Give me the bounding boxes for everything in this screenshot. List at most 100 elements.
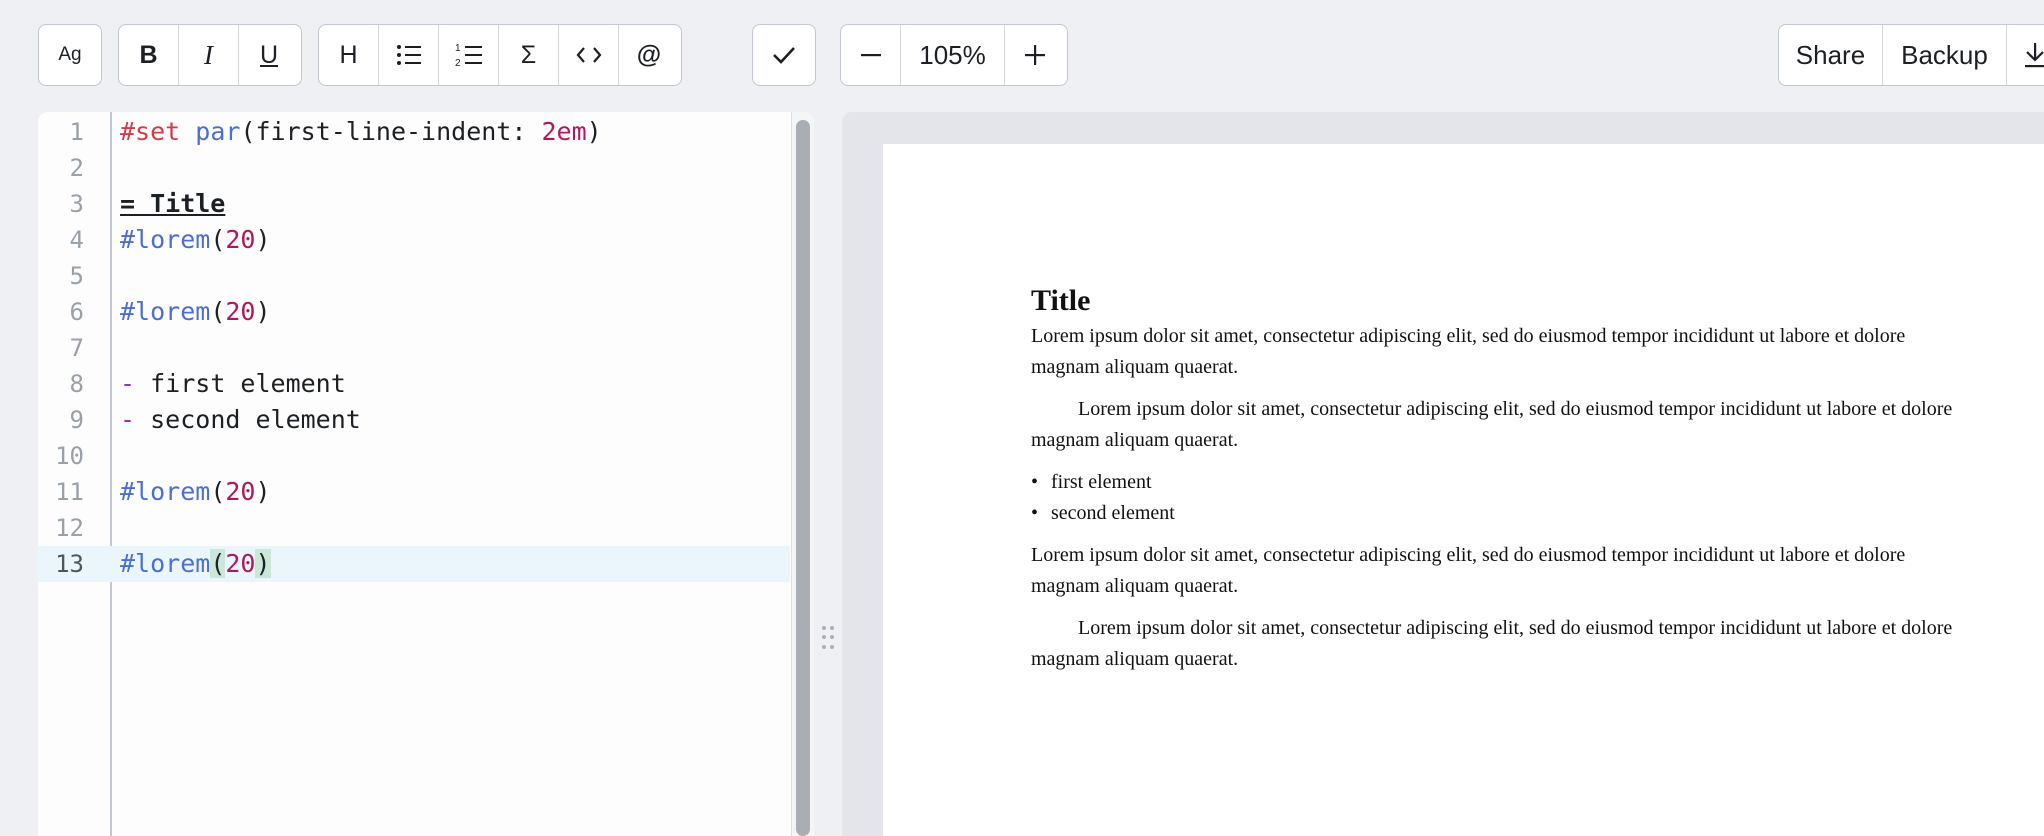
numbered-list-button[interactable]: 1 2 (439, 25, 499, 85)
code-token: ) (255, 477, 271, 506)
code-text: #lorem(20) (120, 474, 271, 510)
code-line[interactable]: 9 - second element (38, 402, 790, 438)
code-token: - (120, 405, 136, 434)
plus-icon (1025, 45, 1045, 65)
line-number: 7 (69, 334, 84, 362)
document-content: Title Lorem ipsum dolor sit amet, consec… (1031, 282, 1976, 686)
code-button[interactable] (559, 25, 619, 85)
code-token: 20 (225, 477, 256, 506)
code-token: #set (120, 117, 181, 146)
zoom-group: 105% (840, 24, 1068, 86)
editor-scrollbar-thumb[interactable] (796, 120, 810, 836)
code-token: first element (135, 369, 346, 398)
code-token: ( (210, 477, 226, 506)
italic-button[interactable]: I (179, 25, 239, 85)
list-item: first element (1031, 467, 1976, 498)
code-token: (first-line-indent: (240, 117, 542, 146)
code-token: ( (210, 297, 226, 326)
code-line[interactable]: 7 (38, 330, 790, 366)
sigma-icon: Σ (520, 40, 537, 69)
code-token: ) (255, 297, 271, 326)
code-token: second element (135, 405, 361, 434)
code-token: #lorem (120, 549, 211, 578)
list-item: second element (1031, 498, 1976, 529)
bullet-list: first element second element (1031, 467, 1976, 528)
code-token: = Title (120, 189, 226, 218)
line-number: 13 (55, 550, 84, 578)
code-text: #set par(first-line-indent: 2em) (120, 114, 602, 150)
heading-button[interactable]: H (319, 25, 379, 85)
pane-resize-handle[interactable] (822, 626, 834, 650)
code-token: 20 (225, 225, 256, 254)
check-button[interactable] (753, 25, 815, 85)
insert-group: H 1 2 Σ @ (318, 24, 682, 86)
code-token: ( (210, 549, 226, 578)
zoom-out-button[interactable] (841, 25, 901, 85)
code-line[interactable]: 11 #lorem(20) (38, 474, 790, 510)
font-button[interactable]: Ag (39, 25, 101, 85)
code-token: ) (586, 117, 602, 146)
paragraph-3: Lorem ipsum dolor sit amet, consectetur … (1031, 544, 1906, 597)
line-number: 4 (69, 226, 84, 254)
at-icon: @ (636, 40, 662, 69)
share-button[interactable]: Share (1779, 25, 1883, 85)
line-number: 10 (55, 442, 84, 470)
code-line[interactable]: 13 #lorem(20) (38, 546, 790, 582)
bold-button[interactable]: B (119, 25, 179, 85)
document-title: Title (1031, 284, 1091, 317)
paragraph-4: Lorem ipsum dolor sit amet, consectetur … (1031, 617, 1953, 670)
code-token: - (120, 369, 136, 398)
code-token: 2em (541, 117, 587, 146)
line-number: 2 (69, 154, 84, 182)
code-token: 20 (225, 297, 256, 326)
code-text: = Title (120, 186, 225, 222)
code-token: #lorem (120, 477, 211, 506)
code-text: #lorem(20) (120, 294, 271, 330)
code-token: ( (210, 225, 226, 254)
check-group (752, 24, 816, 86)
code-line[interactable]: 5 (38, 258, 790, 294)
zoom-in-button[interactable] (1005, 25, 1065, 85)
paragraph-1: Lorem ipsum dolor sit amet, consectetur … (1031, 325, 1906, 378)
line-number: 8 (69, 370, 84, 398)
code-line[interactable]: 10 (38, 438, 790, 474)
file-actions-group: Share Backup (1778, 24, 2044, 86)
font-group: Ag (38, 24, 102, 86)
formula-button[interactable]: Σ (499, 25, 559, 85)
code-line[interactable]: 1 #set par(first-line-indent: 2em) (38, 114, 790, 150)
code-line[interactable]: 3 = Title (38, 186, 790, 222)
code-text: - second element (120, 402, 361, 438)
code-icon (576, 47, 601, 63)
code-token: ) (255, 549, 271, 578)
bullet-list-button[interactable] (379, 25, 439, 85)
editor-scrollbar[interactable] (791, 112, 814, 836)
code-lines: 1 #set par(first-line-indent: 2em) 2 3 = Tit… (38, 114, 790, 582)
code-line[interactable]: 6 #lorem(20) (38, 294, 790, 330)
code-line[interactable]: 4 #lorem(20) (38, 222, 790, 258)
line-number: 5 (69, 262, 84, 290)
code-token: 20 (225, 549, 256, 578)
code-text: #lorem(20) (120, 546, 271, 582)
line-number: 6 (69, 298, 84, 326)
minus-icon (860, 54, 881, 57)
mention-button[interactable]: @ (619, 25, 679, 85)
svg-text:1: 1 (455, 43, 461, 54)
paragraph-2: Lorem ipsum dolor sit amet, consectetur … (1031, 398, 1953, 451)
code-editor[interactable]: 1 #set par(first-line-indent: 2em) 2 3 = Tit… (38, 112, 814, 836)
bullet-list-icon (396, 45, 421, 65)
zoom-level: 105% (901, 25, 1005, 85)
format-group: B I U (118, 24, 302, 86)
underline-button[interactable]: U (239, 25, 299, 85)
code-line[interactable]: 12 (38, 510, 790, 546)
code-token: #lorem (120, 297, 211, 326)
backup-button[interactable]: Backup (1883, 25, 2007, 85)
code-line[interactable]: 8 - first element (38, 366, 790, 402)
code-text: #lorem(20) (120, 222, 271, 258)
download-icon (2025, 43, 2044, 68)
code-line[interactable]: 2 (38, 150, 790, 186)
download-button[interactable] (2007, 25, 2044, 85)
heading-icon: H (339, 40, 358, 69)
preview-page: Title Lorem ipsum dolor sit amet, consec… (883, 144, 2044, 836)
line-number: 9 (69, 406, 84, 434)
